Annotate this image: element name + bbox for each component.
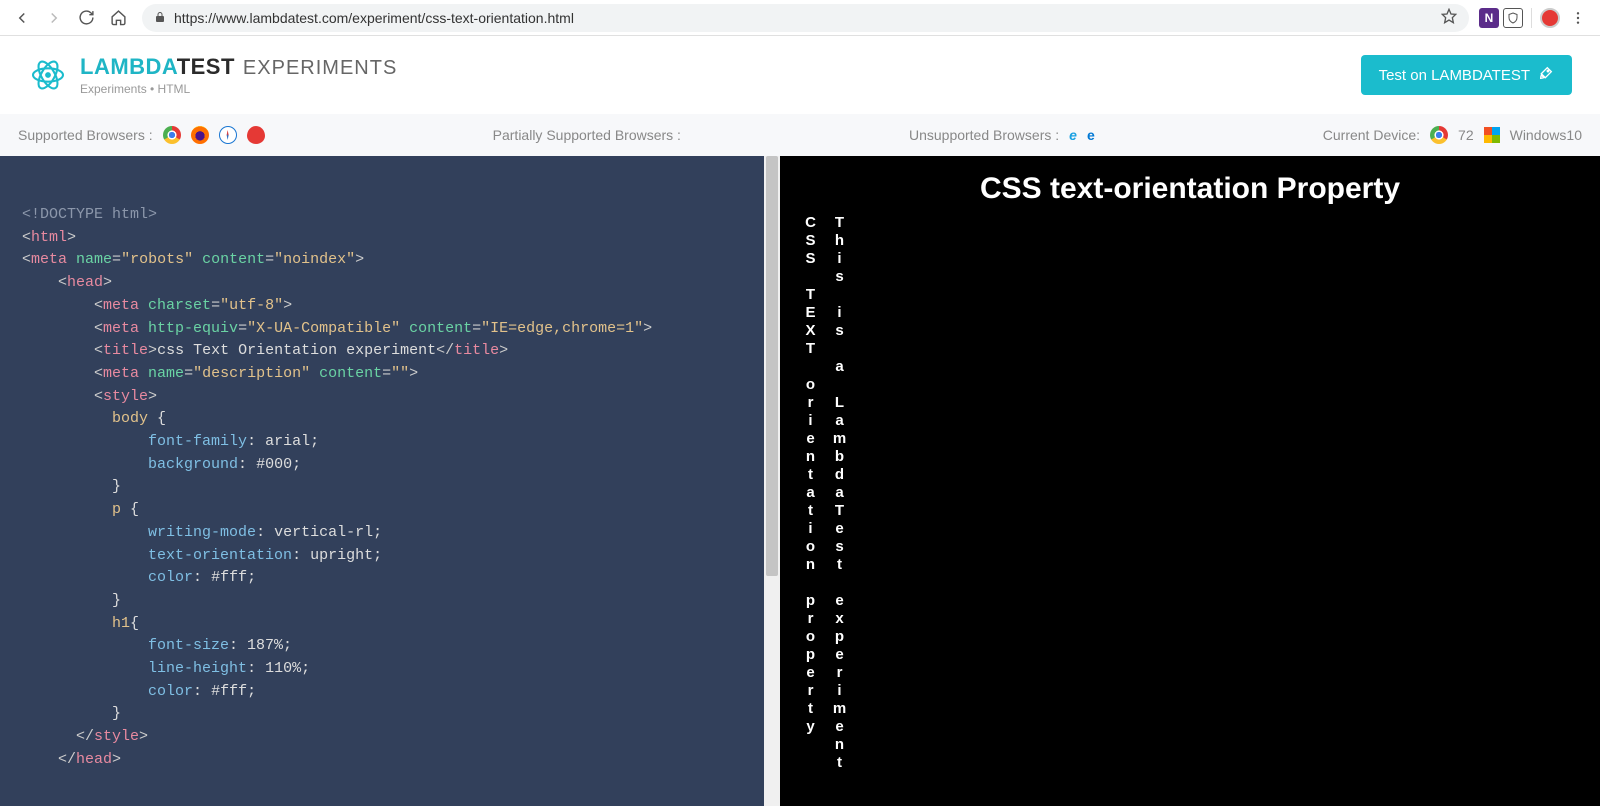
lock-icon [154, 10, 166, 26]
opera-icon [247, 126, 265, 144]
supported-label: Supported Browsers : [18, 127, 153, 143]
current-device-group: Current Device: 72 Windows10 [1323, 126, 1582, 144]
test-on-lambdatest-button[interactable]: Test on LAMBDATEST [1361, 55, 1572, 95]
supported-browsers-group: Supported Browsers : [18, 126, 265, 144]
home-button[interactable] [104, 4, 132, 32]
extension-onenote-icon[interactable]: N [1479, 8, 1499, 28]
unsupported-label: Unsupported Browsers : [909, 127, 1059, 143]
code-editor-wrap: <!DOCTYPE html> <html> <meta name="robot… [0, 156, 780, 806]
main-content: <!DOCTYPE html> <html> <meta name="robot… [0, 156, 1600, 806]
device-os: Windows10 [1510, 127, 1582, 143]
rocket-icon [1538, 65, 1554, 85]
reload-button[interactable] [72, 4, 100, 32]
brand-subtitle: EXPERIMENTS [243, 57, 397, 80]
windows-icon [1484, 127, 1500, 143]
device-label: Current Device: [1323, 127, 1420, 143]
url-text: https://www.lambdatest.com/experiment/cs… [174, 10, 1433, 26]
scrollbar-thumb[interactable] [766, 156, 778, 576]
edge-legacy-icon: e [1087, 127, 1095, 143]
profile-avatar[interactable] [1540, 8, 1560, 28]
device-browser-icon [1430, 126, 1448, 144]
unsupported-browsers-group: Unsupported Browsers : e e [909, 127, 1095, 143]
scrollbar-track[interactable] [764, 156, 780, 806]
device-browser-version: 72 [1458, 127, 1474, 143]
forward-button[interactable] [40, 4, 68, 32]
preview-heading: CSS text-orientation Property [802, 172, 1578, 206]
extension-shield-icon[interactable] [1503, 8, 1523, 28]
page-header: LAMBDATEST EXPERIMENTS Experiments • HTM… [0, 36, 1600, 114]
safari-icon [219, 126, 237, 144]
separator [1531, 8, 1532, 28]
ie-icon: e [1069, 127, 1077, 143]
brand-name: LAMBDATEST [80, 54, 235, 80]
preview-paragraph-1: CSS TEXT orientation property [802, 214, 819, 772]
breadcrumb: Experiments • HTML [80, 82, 1361, 96]
firefox-icon [191, 126, 209, 144]
preview-pane: CSS text-orientation Property CSS TEXT o… [780, 156, 1600, 806]
cta-label: Test on LAMBDATEST [1379, 67, 1530, 84]
chrome-icon [163, 126, 181, 144]
back-button[interactable] [8, 4, 36, 32]
partial-browsers-group: Partially Supported Browsers : [493, 127, 681, 143]
address-bar[interactable]: https://www.lambdatest.com/experiment/cs… [142, 4, 1469, 32]
partial-label: Partially Supported Browsers : [493, 127, 681, 143]
browser-toolbar: https://www.lambdatest.com/experiment/cs… [0, 0, 1600, 36]
lambdatest-logo-icon [28, 55, 68, 95]
browser-support-bar: Supported Browsers : Partially Supported… [0, 114, 1600, 156]
star-icon[interactable] [1441, 8, 1457, 27]
menu-button[interactable] [1564, 4, 1592, 32]
preview-paragraph-2: This is a LambdaTest experiment [831, 214, 848, 772]
code-editor[interactable]: <!DOCTYPE html> <html> <meta name="robot… [0, 156, 780, 806]
